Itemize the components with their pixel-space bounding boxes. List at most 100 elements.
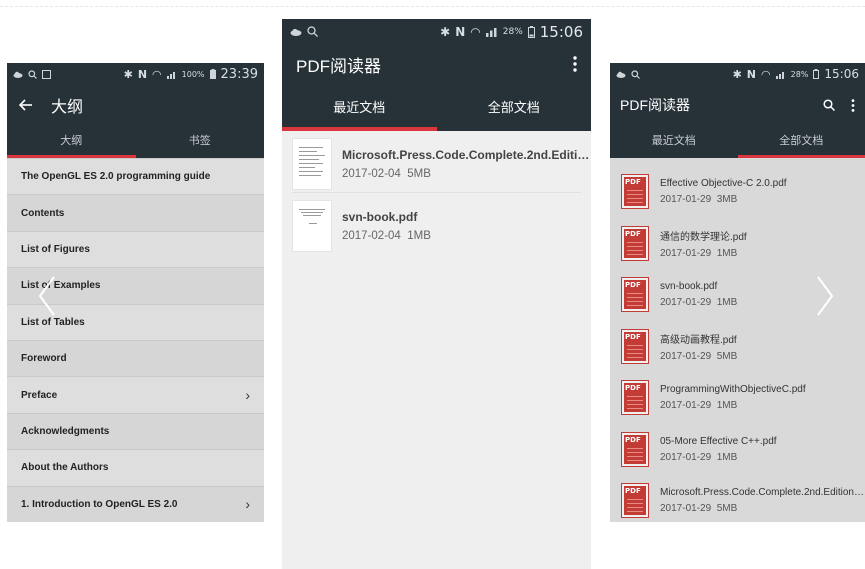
tab-bar: 最近文档 全部文档	[610, 125, 865, 158]
file-date: 2017-01-29	[660, 350, 712, 362]
file-item[interactable]: PDF 05-More Effective C++.pdf 2017-01-29 …	[610, 424, 865, 476]
file-item[interactable]: PDF ProgrammingWithObjectiveC.pdf 2017-01…	[610, 372, 865, 424]
file-meta: 2017-01-29 5MB	[660, 503, 865, 514]
app-title: PDF阅读器	[620, 97, 690, 113]
wifi-icon: ◠	[152, 67, 162, 81]
outline-item[interactable]: List of Figures	[7, 230, 264, 267]
file-date: 2017-01-29	[660, 451, 712, 463]
nfc-icon: N	[746, 67, 757, 81]
file-size: 5MB	[407, 168, 431, 180]
chevron-right-icon[interactable]: ›	[245, 387, 250, 403]
file-size: 3MB	[716, 194, 738, 206]
file-item[interactable]: svn-book.pdf 2017-02-04 1MB	[292, 197, 581, 255]
pdf-file-icon: PDF	[621, 174, 649, 210]
outline-item[interactable]: Acknowledgments	[7, 412, 264, 450]
battery-icon	[813, 69, 820, 79]
search-icon	[307, 26, 318, 37]
prev-slide-icon[interactable]	[34, 273, 60, 319]
outline-item[interactable]: Preface ›	[7, 376, 264, 412]
outline-item[interactable]: The OpenGL ES 2.0 programming guide	[7, 158, 264, 194]
search-icon	[28, 69, 37, 79]
file-list: PDF Effective Objective-C 2.0.pdf 2017-01…	[610, 158, 865, 522]
file-name: Microsoft.Press.Code.Complete.2nd.Editio…	[342, 148, 590, 162]
file-size: 1MB	[716, 451, 738, 463]
divider	[0, 6, 865, 7]
file-meta: 2017-01-29 1MB	[660, 452, 865, 463]
file-item[interactable]: PDF Microsoft.Press.Code.Complete.2nd.Ed…	[610, 475, 865, 522]
next-slide-icon[interactable]	[812, 273, 838, 319]
outline-item[interactable]: Contents	[7, 194, 264, 231]
cloud-icon	[13, 71, 23, 78]
status-bar: ✱ N ◠ 28% 15:06	[282, 19, 591, 44]
outline-item-label: 1. Introduction to OpenGL ES 2.0	[21, 498, 178, 510]
file-date: 2017-02-04	[342, 168, 401, 180]
wifi-icon: ◠	[470, 24, 481, 39]
app-bar: PDF阅读器	[282, 44, 591, 84]
nfc-icon: N	[137, 67, 148, 81]
outline-item-label: List of Figures	[21, 243, 90, 255]
tab-bar: 大纲 书签	[7, 125, 264, 158]
file-name: ProgrammingWithObjectiveC.pdf	[660, 384, 806, 396]
tab-recent[interactable]: 最近文档	[282, 84, 437, 131]
tab-all[interactable]: 全部文档	[737, 125, 865, 158]
battery-percent: 100%	[181, 69, 205, 79]
file-date: 2017-01-29	[660, 297, 712, 309]
outline-item[interactable]: About the Authors	[7, 449, 264, 485]
status-bar: ✱ N ◠ 100% 23:39	[7, 63, 264, 85]
file-date: 2017-02-04	[342, 230, 401, 242]
battery-percent: 28%	[502, 26, 523, 37]
outline-item[interactable]: 1. Introduction to OpenGL ES 2.0 ›	[7, 485, 264, 522]
tab-outline[interactable]: 大纲	[7, 125, 136, 158]
file-thumbnail	[292, 200, 332, 252]
file-item[interactable]: PDF 通信的数学理论.pdf 2017-01-29 1MB	[610, 218, 865, 270]
app-bar: PDF阅读器	[610, 85, 865, 125]
file-size: 1MB	[716, 297, 738, 309]
pdf-file-icon: PDF	[621, 225, 649, 261]
file-date: 2017-01-29	[660, 247, 712, 259]
file-size: 1MB	[716, 247, 738, 259]
signal-icon	[485, 26, 498, 37]
bluetooth-icon: ✱	[440, 24, 451, 39]
more-vert-icon[interactable]	[573, 56, 577, 72]
outline-item-label: List of Examples	[21, 280, 101, 292]
image-icon	[42, 69, 51, 79]
file-date: 2017-01-29	[660, 400, 712, 412]
tab-bar: 最近文档 全部文档	[282, 84, 591, 131]
tab-bookmarks[interactable]: 书签	[136, 125, 265, 158]
bluetooth-icon: ✱	[123, 67, 133, 81]
file-name: 05-More Effective C++.pdf	[660, 435, 777, 447]
file-item[interactable]: PDF 高级动画教程.pdf 2017-01-29 5MB	[610, 321, 865, 373]
chevron-right-icon[interactable]: ›	[245, 496, 250, 512]
file-name: Microsoft.Press.Code.Complete.2nd.Editio…	[660, 487, 865, 499]
search-icon[interactable]	[823, 99, 835, 111]
more-vert-icon[interactable]	[851, 98, 855, 112]
file-size: 5MB	[716, 350, 738, 362]
status-bar: ✱ N ◠ 28% 15:06	[610, 63, 865, 85]
back-arrow-icon[interactable]	[19, 99, 33, 111]
file-date: 2017-01-29	[660, 194, 712, 206]
file-name: 高级动画教程.pdf	[660, 334, 737, 346]
nfc-icon: N	[455, 24, 466, 39]
tab-recent[interactable]: 最近文档	[610, 125, 738, 158]
file-name: 通信的数学理论.pdf	[660, 231, 747, 243]
outline-item-label: Contents	[21, 207, 65, 219]
file-meta: 2017-02-04 5MB	[342, 168, 590, 180]
pdf-file-icon: PDF	[621, 328, 649, 364]
outline-item[interactable]: Foreword	[7, 339, 264, 377]
tab-all[interactable]: 全部文档	[437, 84, 592, 131]
signal-icon	[166, 70, 177, 79]
file-item[interactable]: PDF Effective Objective-C 2.0.pdf 2017-01…	[610, 166, 865, 218]
cloud-icon	[290, 28, 302, 36]
file-size: 5MB	[716, 503, 738, 515]
outline-item-label: The OpenGL ES 2.0 programming guide	[21, 171, 211, 183]
pdf-file-icon: PDF	[621, 380, 649, 416]
pdf-file-icon: PDF	[621, 483, 649, 519]
status-time: 15:06	[824, 67, 859, 81]
screenshot-gallery: ✱ N ◠ 100% 23:39 大纲 大纲 书签 The OpenGL ES …	[0, 0, 865, 569]
file-size: 1MB	[407, 230, 431, 242]
battery-percent: 28%	[790, 69, 809, 79]
app-title: PDF阅读器	[296, 56, 381, 76]
file-meta: 2017-01-29 1MB	[660, 400, 865, 411]
outline-item-label: About the Authors	[21, 462, 109, 474]
file-item[interactable]: Microsoft.Press.Code.Complete.2nd.Editio…	[292, 135, 590, 193]
